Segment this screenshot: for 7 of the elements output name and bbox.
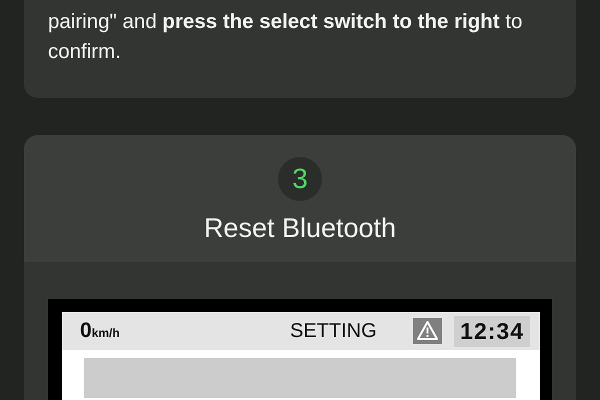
warning-icon xyxy=(413,318,442,344)
speed-reading: 0km/h xyxy=(80,319,121,343)
instruction-text: pairing" and press the select switch to the right to confirm. xyxy=(48,9,524,65)
clock-time: 12:34 xyxy=(454,316,530,346)
step-number: 3 xyxy=(278,157,322,201)
display-title: SETTING xyxy=(290,320,378,342)
step-title: Reset Bluetooth xyxy=(204,213,396,244)
